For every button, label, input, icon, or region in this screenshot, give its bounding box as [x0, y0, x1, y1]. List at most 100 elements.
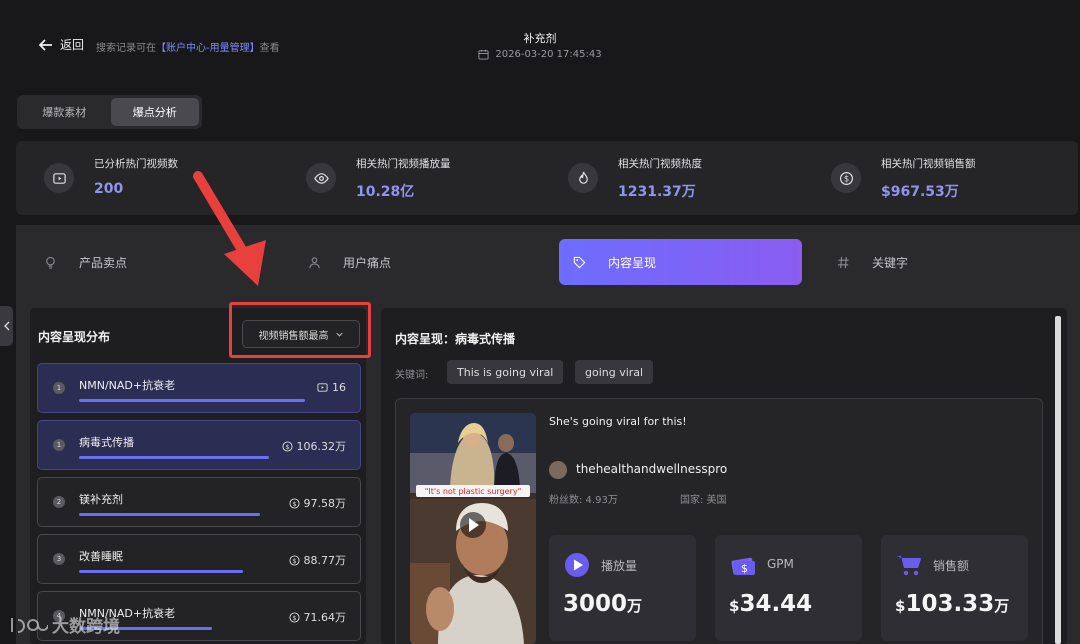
dollar-icon: $ — [281, 440, 293, 452]
metric-unit: 万 — [994, 597, 1010, 615]
item-metric: $ 106.32万 — [281, 438, 347, 454]
avatar[interactable] — [549, 461, 567, 479]
watermark-text: 大数跨境 — [52, 617, 120, 637]
metric-number: 34.44 — [739, 591, 813, 617]
dollar-icon: $ — [831, 163, 861, 193]
category-keywords[interactable]: 关键字 — [837, 239, 908, 285]
list-item[interactable]: 1 病毒式传播 $ 106.32万 — [37, 420, 361, 470]
category-pain-points[interactable]: 用户痛点 — [308, 239, 391, 285]
category-label: 产品卖点 — [79, 255, 128, 270]
creator-fans: 粉丝数: 4.93万 — [549, 495, 618, 506]
rank-badge: 1 — [53, 382, 65, 394]
detail-title: 内容呈现：病毒式传播 — [395, 332, 516, 346]
progress-bar — [79, 399, 305, 402]
keyword-chip[interactable]: going viral — [575, 360, 654, 384]
metric-unit: 万 — [627, 597, 643, 615]
item-name: NMN/NAD+抗衰老 — [79, 379, 176, 392]
svg-text:"It's not plastic surgery": "It's not plastic surgery" — [425, 487, 522, 496]
metric-value: 106.32万 — [296, 440, 347, 453]
category-label: 用户痛点 — [343, 255, 392, 270]
collapse-handle[interactable] — [0, 306, 13, 346]
stat-label: 相关热门视频播放量 — [356, 158, 451, 170]
metric-gpm: $ GPM $34.44 — [715, 535, 862, 641]
svg-text:$: $ — [292, 556, 296, 564]
chevron-left-icon — [3, 321, 9, 331]
metric-number: 103.33 — [905, 591, 995, 617]
hash-icon — [837, 256, 849, 268]
item-name: 镁补充剂 — [79, 493, 123, 506]
list-item[interactable]: 1 NMN/NAD+抗衰老 16 — [37, 363, 361, 413]
panel-title: 内容呈现分布 — [38, 330, 111, 344]
svg-text:$: $ — [843, 173, 848, 183]
list-item[interactable]: 3 改善睡眠 $ 88.77万 — [37, 534, 361, 584]
keyword-chip[interactable]: This is going viral — [447, 360, 564, 384]
item-metric: $ 97.58万 — [288, 495, 347, 511]
stat-value: 200 — [94, 181, 124, 197]
annotation-box — [229, 302, 371, 358]
creator-country: 国家: 美国 — [680, 495, 727, 506]
metric-value: 71.64万 — [303, 611, 347, 624]
stat-label: 相关热门视频销售额 — [881, 158, 976, 170]
tab-materials[interactable]: 爆款素材 — [20, 98, 109, 126]
rank-badge: 3 — [53, 553, 65, 565]
video-caption: She's going viral for this! — [549, 415, 687, 428]
rank-badge: 2 — [53, 496, 65, 508]
tab-analysis[interactable]: 爆点分析 — [110, 98, 199, 126]
svg-text:$: $ — [292, 613, 296, 621]
calendar-icon — [478, 49, 489, 60]
keywords-label: 关键词: — [395, 370, 429, 381]
metric-value: 88.77万 — [303, 554, 347, 567]
svg-text:$: $ — [741, 562, 748, 575]
stat-value: 10.28亿 — [356, 184, 415, 200]
progress-bar — [79, 570, 243, 573]
metric-value: 3000万 — [563, 591, 642, 617]
video-icon — [44, 163, 74, 193]
creator-username[interactable]: thehealthandwellnesspro — [576, 462, 727, 476]
progress-bar — [79, 513, 260, 516]
category-selling-points[interactable]: 产品卖点 — [44, 239, 127, 285]
annotation-arrow-icon — [193, 171, 266, 286]
dollar-icon: $ — [288, 554, 300, 566]
metric-views: 播放量 3000万 — [549, 535, 696, 641]
video-thumbnail[interactable]: "It's not plastic surgery" — [410, 413, 536, 644]
money-icon: $ — [731, 557, 755, 575]
stat-value: $967.53万 — [881, 184, 959, 200]
metric-prefix: $ — [729, 597, 740, 615]
bulb-icon — [46, 256, 55, 269]
item-metric: 16 — [317, 381, 346, 394]
svg-text:$: $ — [285, 442, 289, 450]
metric-number: 3000 — [563, 591, 628, 617]
datetime-text: 2026-03-20 17:45:43 — [495, 49, 602, 60]
metric-sales: 销售额 $103.33万 — [881, 535, 1028, 641]
list-item[interactable]: 2 镁补充剂 $ 97.58万 — [37, 477, 361, 527]
metric-value: $34.44 — [729, 591, 812, 617]
metric-value: $103.33万 — [895, 591, 1009, 617]
item-metric: $ 88.77万 — [288, 552, 347, 568]
eye-icon — [306, 163, 336, 193]
metric-value: 97.58万 — [303, 497, 347, 510]
video-icon — [317, 383, 328, 392]
page-title: 补充剂 — [523, 32, 557, 45]
stat-label: 已分析热门视频数 — [94, 158, 178, 170]
rank-badge: 1 — [53, 439, 65, 451]
metric-label: 播放量 — [601, 559, 638, 573]
dollar-icon: $ — [288, 611, 300, 623]
play-circle-icon — [565, 553, 589, 577]
distribution-panel: 内容呈现分布 视频销售额最高 1 NMN/NAD+抗衰老 16 1 病毒式传播 … — [30, 308, 366, 644]
view-tabs: 爆款素材 爆点分析 — [17, 95, 202, 129]
watermark-logo-icon — [11, 617, 48, 633]
datetime: 2026-03-20 17:45:43 — [0, 49, 1080, 60]
flame-icon — [568, 163, 598, 193]
metric-label: 销售额 — [933, 559, 970, 573]
category-content[interactable]: 内容呈现 — [559, 239, 802, 285]
detail-panel: 内容呈现：病毒式传播 关键词: This is going viral goin… — [381, 308, 1067, 644]
metric-label: GPM — [767, 557, 794, 571]
scrollbar[interactable] — [1055, 316, 1061, 644]
svg-text:$: $ — [292, 499, 296, 507]
video-card[interactable]: "It's not plastic surgery" She's going v… — [395, 398, 1043, 644]
page: 返回 搜索记录可在【账户中心-用量管理】查看 补充剂 2026-03-20 17… — [0, 0, 1080, 644]
category-label: 关键字 — [872, 255, 909, 270]
tag-icon — [573, 256, 586, 268]
metric-value: 16 — [332, 381, 346, 394]
dollar-icon: $ — [288, 497, 300, 509]
